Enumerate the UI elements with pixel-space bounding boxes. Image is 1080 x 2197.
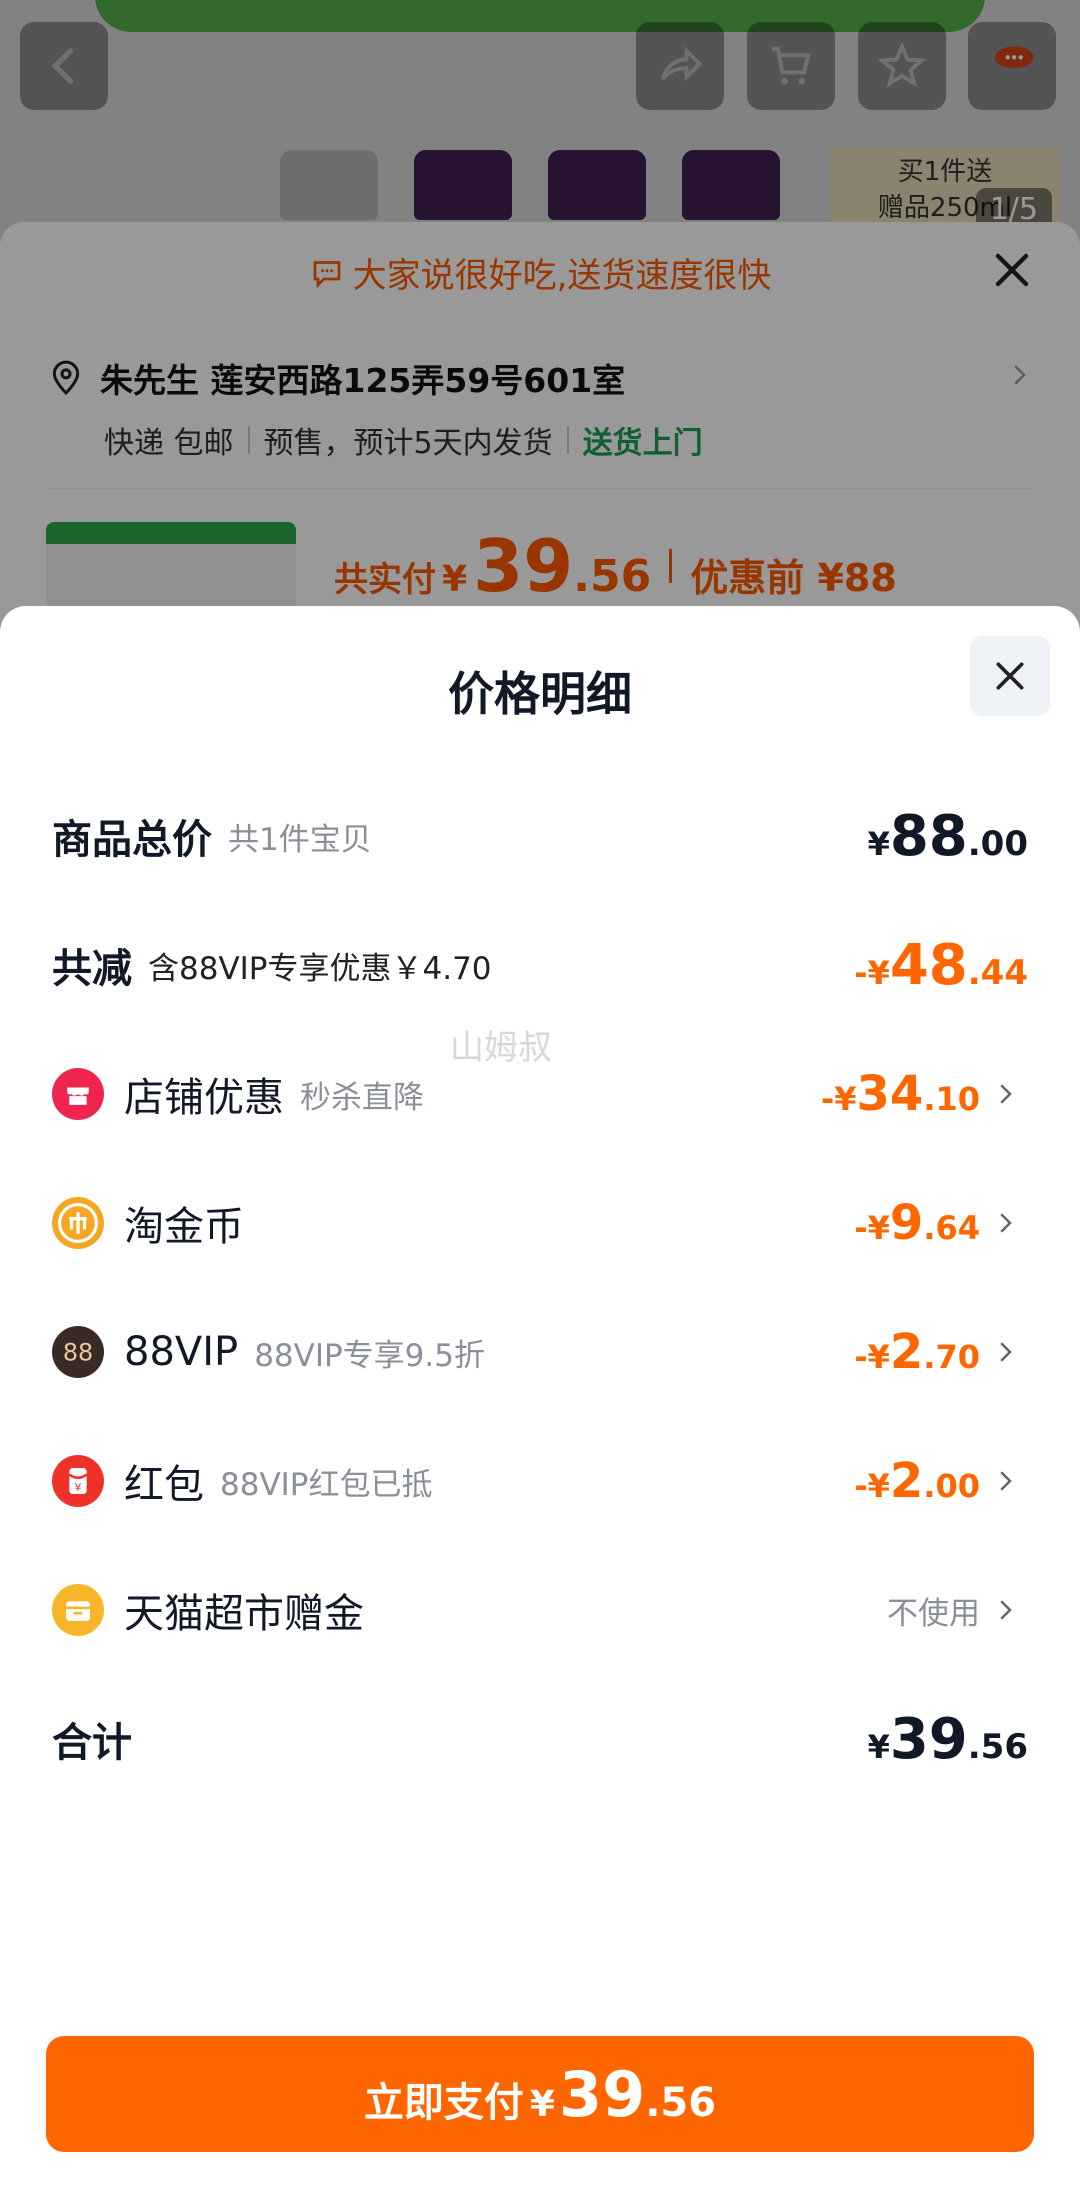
- chevron-right-icon: [1000, 1600, 1012, 1620]
- row-label: 天猫超市赠金: [124, 1591, 364, 1637]
- row-sublabel: 含88VIP专享优惠￥4.70: [148, 950, 492, 987]
- row-total-discount: 共减 含88VIP专享优惠￥4.70 -¥ 48 .44: [52, 930, 1028, 1000]
- chevron-right-icon: [1000, 1342, 1012, 1362]
- row-sublabel: 共1件宝贝: [228, 821, 372, 858]
- price-integer: 39: [889, 1706, 968, 1772]
- price-currency: -¥: [854, 1338, 890, 1376]
- row-shop-discount[interactable]: 店铺优惠 秒杀直降 -¥ 34 .10: [52, 1059, 1020, 1129]
- price-decimal: .64: [923, 1209, 980, 1247]
- row-total-price: 商品总价 共1件宝贝 ¥ 88 .00: [52, 801, 1028, 871]
- close-icon: [996, 662, 1024, 690]
- close-button[interactable]: [970, 636, 1050, 716]
- price-decimal: .00: [967, 823, 1028, 864]
- gift-card-icon: [52, 1584, 104, 1636]
- row-tmall-gift-credit[interactable]: 天猫超市赠金 不使用: [52, 1575, 1020, 1645]
- svg-text:88: 88: [63, 1339, 93, 1367]
- row-label: 88VIP: [124, 1329, 239, 1375]
- price-decimal: .10: [923, 1080, 980, 1118]
- row-label: 淘金币: [124, 1204, 244, 1250]
- chevron-right-icon: [1000, 1084, 1012, 1104]
- row-label: 店铺优惠: [124, 1075, 284, 1121]
- row-label: 商品总价: [52, 817, 212, 863]
- price-currency: -¥: [820, 1080, 857, 1118]
- vip-88-icon: 88: [52, 1326, 104, 1378]
- sheet-title: 价格明细: [448, 667, 632, 721]
- price-integer: 88: [889, 803, 968, 869]
- modal-backdrop[interactable]: [0, 0, 1080, 640]
- pay-button-label: 立即支付: [363, 2080, 524, 2126]
- price-currency: -¥: [854, 1209, 890, 1247]
- price-decimal: .44: [967, 952, 1028, 993]
- chevron-right-icon: [1000, 1213, 1012, 1233]
- watermark: 山姆叔: [450, 1028, 552, 1068]
- red-packet-icon: ¥: [52, 1455, 104, 1507]
- coin-icon: [52, 1197, 104, 1249]
- price-detail-sheet: 价格明细 商品总价 共1件宝贝 ¥ 88 .00 共减 含88VIP专享优惠￥4…: [0, 606, 1080, 2197]
- svg-text:¥: ¥: [75, 1481, 82, 1494]
- price-currency: -¥: [854, 1467, 890, 1505]
- price-decimal: .70: [923, 1338, 980, 1376]
- row-taojinbi[interactable]: 淘金币 -¥ 9 .64: [52, 1188, 1020, 1258]
- price-currency: ¥: [867, 1727, 890, 1766]
- row-88vip[interactable]: 88 88VIP 88VIP专享9.5折 -¥ 2 .70: [52, 1317, 1020, 1387]
- row-label: 红包: [124, 1462, 204, 1508]
- price-decimal: .56: [967, 1726, 1028, 1767]
- row-sublabel: 88VIP专享9.5折: [254, 1337, 485, 1374]
- row-grand-total: 合计 ¥ 39 .56: [52, 1704, 1028, 1774]
- price-integer: 9: [889, 1195, 924, 1251]
- price-integer: 34: [856, 1066, 924, 1122]
- gift-credit-status: 不使用: [887, 1595, 980, 1632]
- row-label: 合计: [52, 1720, 132, 1766]
- chevron-right-icon: [1000, 1471, 1012, 1491]
- price-decimal: .00: [923, 1467, 980, 1505]
- row-sublabel: 秒杀直降: [300, 1079, 424, 1116]
- price-integer: 48: [889, 932, 968, 998]
- price-integer: 2: [889, 1453, 924, 1509]
- pay-now-button[interactable]: 立即支付 ¥ 39 .56: [46, 2036, 1034, 2152]
- row-label: 共减: [52, 946, 132, 992]
- row-red-packet[interactable]: ¥ 红包 88VIP红包已抵 -¥ 2 .00: [52, 1446, 1020, 1516]
- pay-button-currency: ¥: [529, 2084, 555, 2125]
- pay-button-dec: .56: [645, 2080, 717, 2126]
- pay-button-int: 39: [558, 2058, 646, 2131]
- shop-icon: [52, 1068, 104, 1120]
- price-currency: ¥: [867, 824, 890, 863]
- price-currency: -¥: [854, 953, 890, 992]
- price-integer: 2: [889, 1324, 924, 1380]
- row-sublabel: 88VIP红包已抵: [220, 1466, 433, 1503]
